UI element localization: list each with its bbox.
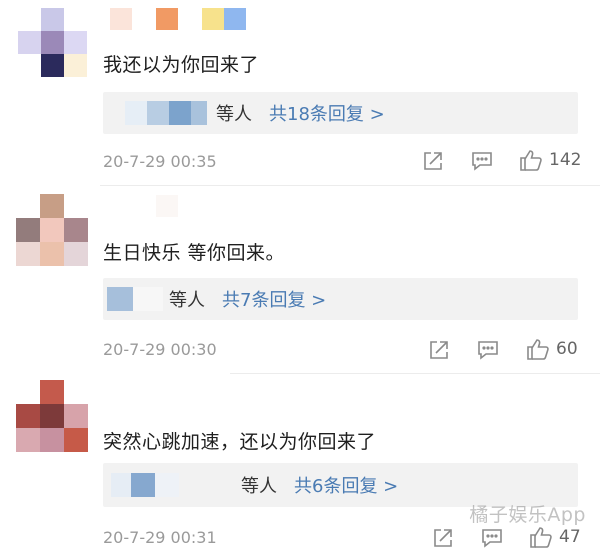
thumbs-up-icon (520, 150, 542, 171)
reply-users-label: 等人 (169, 290, 205, 311)
reply-count-link[interactable]: 共6条回复 > (294, 472, 398, 498)
comment-icon (478, 341, 498, 360)
reply-users-blurred (111, 473, 191, 497)
username-blurred[interactable] (110, 8, 250, 32)
like-count: 47 (559, 527, 581, 547)
reply-users-blurred (107, 287, 167, 311)
like-count: 60 (556, 339, 578, 359)
like-button[interactable]: 142 (519, 148, 581, 172)
share-icon (424, 152, 442, 170)
avatar[interactable] (16, 380, 88, 452)
comment-item: 我还以为你回来了 等人 共18条回复 > 20-7-29 00:35 142 (0, 0, 600, 185)
comment-button[interactable] (477, 339, 499, 361)
comment-text: 我还以为你回来了 (103, 54, 260, 76)
reply-count-link[interactable]: 共7条回复 > (222, 286, 326, 312)
avatar[interactable] (16, 194, 88, 266)
share-icon (430, 341, 448, 359)
thumbs-up-icon (530, 527, 552, 548)
share-icon (434, 529, 452, 547)
reply-users-label: 等人 (241, 476, 277, 497)
avatar[interactable] (18, 8, 88, 78)
share-button[interactable] (422, 150, 444, 172)
comment-item: 突然心跳加速，还以为你回来了 等人 共6条回复 > 20-7-29 00:31 … (0, 373, 600, 558)
reply-count-link[interactable]: 共18条回复 > (269, 100, 385, 126)
username-blurred[interactable] (156, 195, 180, 217)
share-button[interactable] (428, 339, 450, 361)
reply-users-label: 等人 (216, 104, 252, 125)
watermark: 橘子娱乐App (469, 504, 586, 526)
comment-text: 生日快乐 等你回来。 (103, 242, 286, 264)
timestamp: 20-7-29 00:30 (103, 340, 217, 359)
comment-item: 生日快乐 等你回来。 等人 共7条回复 > 20-7-29 00:30 60 (0, 185, 600, 373)
timestamp: 20-7-29 00:35 (103, 152, 217, 171)
like-count: 142 (549, 150, 582, 170)
like-button[interactable]: 47 (529, 525, 581, 549)
comment-icon (472, 152, 492, 171)
reply-summary[interactable]: 等人 共18条回复 > (103, 92, 578, 134)
reply-users-blurred (117, 101, 207, 125)
timestamp: 20-7-29 00:31 (103, 528, 217, 547)
like-button[interactable]: 60 (526, 337, 578, 361)
thumbs-up-icon (527, 339, 549, 360)
comment-button[interactable] (471, 150, 493, 172)
comment-button[interactable] (481, 527, 503, 549)
comment-text: 突然心跳加速，还以为你回来了 (103, 431, 377, 453)
comment-icon (482, 529, 502, 548)
reply-summary[interactable]: 等人 共7条回复 > (103, 278, 578, 320)
share-button[interactable] (432, 527, 454, 549)
